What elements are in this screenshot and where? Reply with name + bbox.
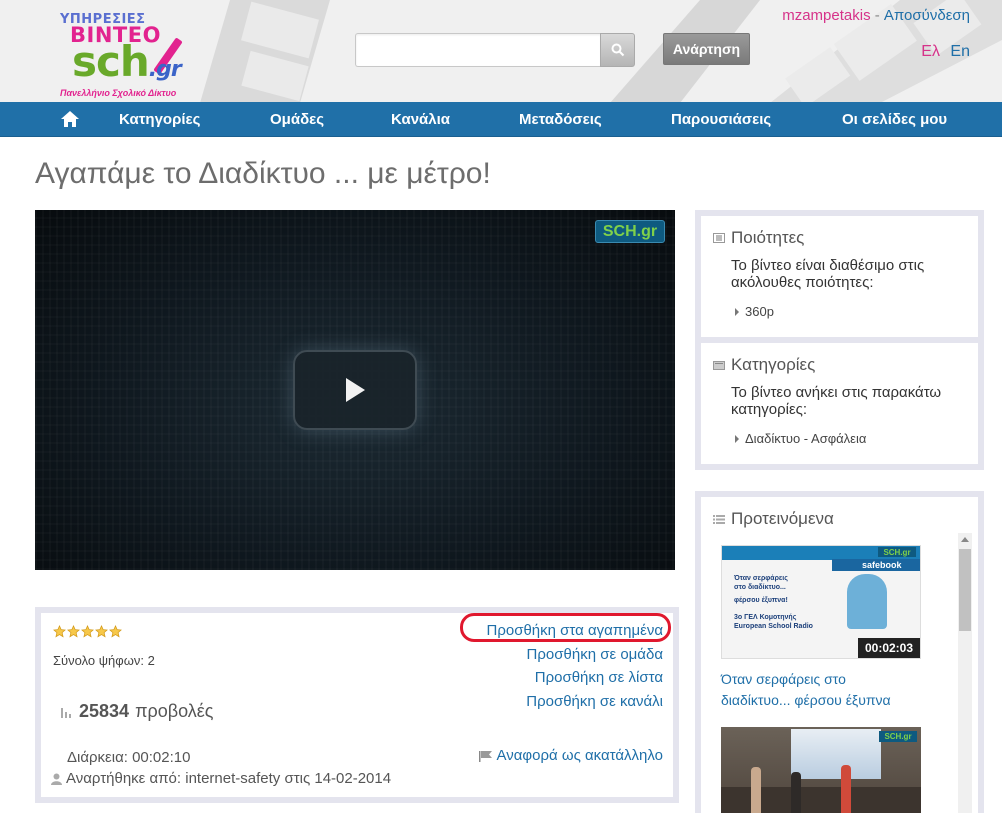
bar-chart-icon <box>61 707 71 718</box>
star-icon[interactable] <box>53 625 66 638</box>
report-label: Αναφορά ως ακατάλληλο <box>496 747 663 764</box>
main-nav: Κατηγορίες Ομάδες Κανάλια Μεταδόσεις Παρ… <box>0 102 1002 137</box>
play-button[interactable] <box>293 350 417 430</box>
search-input[interactable] <box>355 33 601 67</box>
thumbnail-figure <box>847 574 887 629</box>
thumbnail-person <box>751 767 761 813</box>
list-icon <box>713 515 725 524</box>
logo-tagline: Πανελλήνιο Σχολικό Δίκτυο <box>60 88 177 98</box>
thumbnail-watermark: SCH.gr <box>878 547 916 557</box>
thumbnail-duration: 00:02:03 <box>858 638 920 658</box>
add-to-list-link[interactable]: Προσθήκη σε λίστα <box>486 666 663 690</box>
thumbnail-person <box>791 772 801 813</box>
nav-item-groups[interactable]: Ομάδες <box>270 111 324 128</box>
qualities-content: Ποιότητες Το βίντεο είναι διαθέσιμο στις… <box>701 216 978 337</box>
category-item[interactable]: Διαδίκτυο - Ασφάλεια <box>735 431 970 446</box>
scrollbar-thumb[interactable] <box>959 549 971 631</box>
lang-el-link[interactable]: Ελ <box>921 43 940 60</box>
recommended-thumbnail[interactable]: SCH.gr <box>721 727 921 813</box>
home-icon[interactable] <box>60 110 80 128</box>
rating-stars[interactable] <box>53 625 122 638</box>
views-label: προβολές <box>135 701 214 721</box>
recommended-content: Προτεινόμενα SCH.gr safebook Όταν σερφάρ… <box>701 497 978 813</box>
thumbnail-text: Όταν σερφάρεις στο διαδίκτυο... φέρσου έ… <box>734 575 813 630</box>
recommended-scrollbar[interactable] <box>958 533 972 813</box>
triangle-right-icon <box>735 307 739 316</box>
nav-item-broadcasts[interactable]: Μεταδόσεις <box>519 111 602 128</box>
logout-link[interactable]: Αποσύνδεση <box>884 7 970 24</box>
nav-item-presentations[interactable]: Παρουσιάσεις <box>671 111 771 128</box>
recommended-thumbnail[interactable]: SCH.gr safebook Όταν σερφάρεις στο διαδί… <box>721 545 921 659</box>
thumbnail-person <box>841 765 851 813</box>
view-count: 25834 προβολές <box>61 701 213 722</box>
logo-line-sch: sch.gr <box>72 37 182 86</box>
site-header: ΥΠΗΡΕΣΙΕΣ ΒΙΝΤΕΟ sch.gr Πανελλήνιο Σχολι… <box>0 0 1002 103</box>
user-profile-link[interactable]: mzampetakis <box>782 7 870 24</box>
folder-icon <box>713 361 725 370</box>
recommended-panel: Προτεινόμενα SCH.gr safebook Όταν σερφάρ… <box>695 491 984 813</box>
lang-en-link[interactable]: En <box>950 43 970 60</box>
site-logo[interactable]: ΥΠΗΡΕΣΙΕΣ ΒΙΝΤΕΟ sch.gr Πανελλήνιο Σχολι… <box>56 8 206 100</box>
nav-item-categories[interactable]: Κατηγορίες <box>119 111 200 128</box>
votes-total: Σύνολο ψήφων: 2 <box>53 653 155 668</box>
favorites-highlight-ring <box>460 613 671 642</box>
nav-item-channels[interactable]: Κανάλια <box>391 111 450 128</box>
star-icon[interactable] <box>67 625 80 638</box>
add-to-channel-link[interactable]: Προσθήκη σε κανάλι <box>486 690 663 714</box>
scroll-up-arrow-icon[interactable] <box>961 537 969 542</box>
flag-icon <box>478 750 492 762</box>
qualities-title: Ποιότητες <box>713 228 970 248</box>
video-info-panel: Σύνολο ψήφων: 2 25834 προβολές Διάρκεια:… <box>35 607 679 803</box>
nav-item-my-pages[interactable]: Οι σελίδες μου <box>842 111 947 128</box>
qualities-panel: Ποιότητες Το βίντεο είναι διαθέσιμο στις… <box>695 210 984 343</box>
uploaded-by: Αναρτήθηκε από: internet-safety στις 14-… <box>51 770 391 787</box>
star-icon[interactable] <box>95 625 108 638</box>
star-icon[interactable] <box>109 625 122 638</box>
uploaded-text: Αναρτήθηκε από: internet-safety στις 14-… <box>66 770 392 787</box>
categories-title: Κατηγορίες <box>713 355 970 375</box>
video-watermark: SCH.gr <box>595 220 665 243</box>
report-inappropriate-link[interactable]: Αναφορά ως ακατάλληλο <box>478 747 663 764</box>
thumbnail-projection-screen <box>791 729 881 779</box>
triangle-right-icon <box>735 434 739 443</box>
upload-button[interactable]: Ανάρτηση <box>663 33 750 65</box>
search-icon <box>611 43 624 57</box>
video-info-content: Σύνολο ψήφων: 2 25834 προβολές Διάρκεια:… <box>41 613 673 797</box>
user-icon <box>51 773 62 785</box>
categories-content: Κατηγορίες Το βίντεο ανήκει στις παρακάτ… <box>701 343 978 464</box>
qualities-description: Το βίντεο είναι διαθέσιμο στις ακόλουθες… <box>731 257 925 291</box>
play-icon <box>346 378 365 402</box>
thumbnail-watermark: SCH.gr <box>879 731 917 742</box>
user-menu: mzampetakis - Αποσύνδεση <box>782 7 970 24</box>
views-number: 25834 <box>79 701 130 721</box>
recommended-video-title-link[interactable]: Όταν σερφάρεις στο διαδίκτυο... φέρσου έ… <box>721 669 911 711</box>
add-to-group-link[interactable]: Προσθήκη σε ομάδα <box>486 643 663 667</box>
thumbnail-safebook-label: safebook <box>862 560 902 570</box>
recommended-title: Προτεινόμενα <box>713 509 970 529</box>
video-duration: Διάρκεια: 00:02:10 <box>67 749 191 766</box>
user-separator: - <box>870 7 884 24</box>
search-button[interactable] <box>600 33 635 67</box>
categories-panel: Κατηγορίες Το βίντεο ανήκει στις παρακάτ… <box>695 337 984 470</box>
video-player[interactable]: SCH.gr <box>35 210 675 570</box>
star-icon[interactable] <box>81 625 94 638</box>
language-switcher: Ελ En <box>921 43 970 61</box>
categories-description: Το βίντεο ανήκει στις παρακάτω κατηγορίε… <box>731 384 942 418</box>
page-title: Αγαπάμε το Διαδίκτυο ... με μέτρο! <box>35 157 491 190</box>
film-icon <box>713 233 725 243</box>
quality-item[interactable]: 360p <box>735 304 970 319</box>
